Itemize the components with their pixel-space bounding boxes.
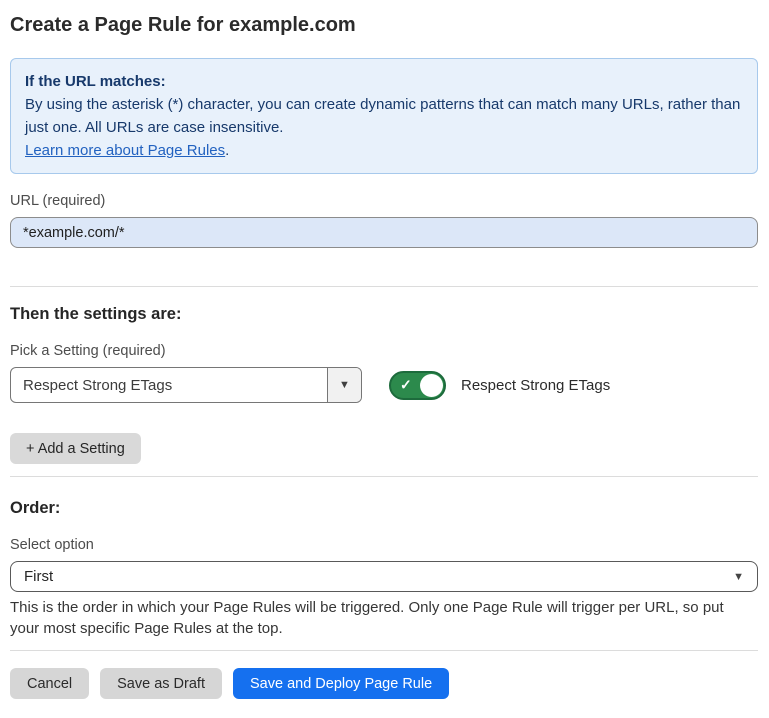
order-help-text: This is the order in which your Page Rul… <box>10 597 755 639</box>
toggle-knob <box>420 374 443 397</box>
url-input[interactable] <box>10 217 758 248</box>
caret-down-icon: ▼ <box>733 571 744 583</box>
page-title: Create a Page Rule for example.com <box>10 0 758 38</box>
etags-toggle[interactable]: ✓ <box>389 371 446 400</box>
footer-divider <box>10 650 758 651</box>
section-divider <box>10 286 758 287</box>
order-heading: Order: <box>10 498 758 518</box>
select-option-label: Select option <box>10 536 758 554</box>
etags-toggle-group: ✓ Respect Strong ETags <box>389 371 610 400</box>
save-draft-button[interactable]: Save as Draft <box>100 668 222 699</box>
link-period: . <box>225 142 229 159</box>
setting-dropdown-arrow-button[interactable]: ▼ <box>327 368 361 402</box>
footer-actions: Cancel Save as Draft Save and Deploy Pag… <box>10 668 758 699</box>
setting-controls-row: Respect Strong ETags ▼ ✓ Respect Strong … <box>10 367 758 403</box>
info-box-link-line: Learn more about Page Rules. <box>25 139 743 162</box>
setting-dropdown[interactable]: Respect Strong ETags ▼ <box>10 367 362 403</box>
caret-down-icon: ▼ <box>339 379 350 391</box>
order-select-value: First <box>24 568 53 585</box>
cancel-button[interactable]: Cancel <box>10 668 89 699</box>
learn-more-link[interactable]: Learn more about Page Rules <box>25 142 225 159</box>
info-box-heading: If the URL matches: <box>25 70 743 93</box>
order-select[interactable]: First ▼ <box>10 561 758 592</box>
page-rule-form: Create a Page Rule for example.com If th… <box>0 0 769 699</box>
check-icon: ✓ <box>400 378 412 392</box>
add-setting-button[interactable]: + Add a Setting <box>10 433 141 464</box>
save-deploy-button[interactable]: Save and Deploy Page Rule <box>233 668 449 699</box>
pick-setting-label: Pick a Setting (required) <box>10 342 758 360</box>
etags-toggle-label: Respect Strong ETags <box>461 377 610 394</box>
url-label: URL (required) <box>10 192 758 210</box>
setting-dropdown-value: Respect Strong ETags <box>11 368 327 402</box>
info-box-body: By using the asterisk (*) character, you… <box>25 93 743 139</box>
url-match-info-box: If the URL matches: By using the asteris… <box>10 58 758 174</box>
section-divider <box>10 476 758 477</box>
settings-heading: Then the settings are: <box>10 304 758 324</box>
